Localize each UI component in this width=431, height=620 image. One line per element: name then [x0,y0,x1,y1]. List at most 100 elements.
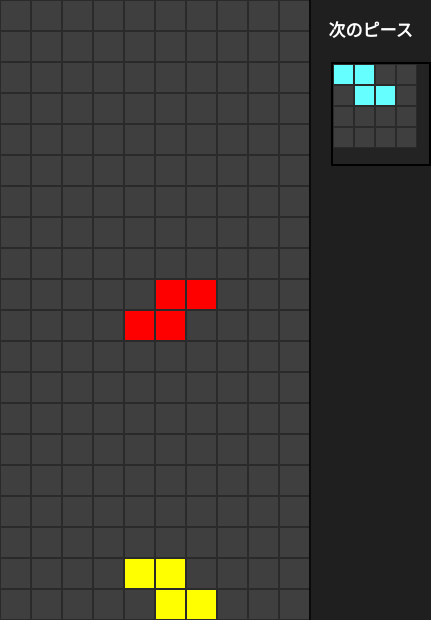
board-cell [248,186,279,217]
next-piece-block [333,64,354,85]
board-cell [155,62,186,93]
board-cell [279,62,310,93]
game-board [0,0,310,620]
board-cell [279,124,310,155]
board-cell [248,93,279,124]
board-cell [217,558,248,589]
board-cell [0,0,31,31]
board-cell [31,496,62,527]
board-cell [186,496,217,527]
board-cell [124,155,155,186]
board-cell [248,62,279,93]
board-cell [93,186,124,217]
board-cell [248,279,279,310]
board-cell [248,558,279,589]
next-piece-block [354,64,375,85]
board-cell [31,31,62,62]
board-cell [279,279,310,310]
block-cell [155,589,186,620]
board-cell [217,496,248,527]
board-cell [93,279,124,310]
board-cell [155,527,186,558]
preview-cell [396,106,417,127]
board-cell [31,403,62,434]
board-cell [279,217,310,248]
board-cell [279,31,310,62]
board-cell [124,434,155,465]
board-cell [93,496,124,527]
preview-cell [333,85,354,106]
board-cell [155,31,186,62]
next-piece-preview [331,62,431,166]
board-cell [279,589,310,620]
board-cell [186,465,217,496]
board-cell [124,465,155,496]
board-cell [186,372,217,403]
board-cell [217,124,248,155]
board-cell [31,465,62,496]
board-cell [155,465,186,496]
board-cell [186,186,217,217]
board-cell [279,341,310,372]
board-cell [62,93,93,124]
next-piece-label: 次のピース [328,21,414,41]
board-cell [62,434,93,465]
board-cell [31,279,62,310]
board-cell [124,124,155,155]
block-cell [155,310,186,341]
board-cell [93,0,124,31]
board-cell [93,124,124,155]
board-cell [248,403,279,434]
board-cell [124,186,155,217]
board-cell [217,186,248,217]
board-cell [217,217,248,248]
board-cell [0,465,31,496]
board-cell [186,248,217,279]
preview-cell [375,64,396,85]
board-cell [0,217,31,248]
board-cell [0,31,31,62]
board-cell [0,62,31,93]
board-cell [124,0,155,31]
board-cell [31,155,62,186]
board-cell [0,496,31,527]
board-cell [93,217,124,248]
board-cell [186,310,217,341]
preview-cell [396,85,417,106]
board-cell [0,372,31,403]
board-cell [62,589,93,620]
board-cell [279,558,310,589]
board-cell [279,434,310,465]
board-cell [124,372,155,403]
board-cell [62,465,93,496]
board-cell [62,217,93,248]
board-cell [248,248,279,279]
board-cell [217,589,248,620]
block-cell [155,279,186,310]
board-cell [248,589,279,620]
board-cell [279,248,310,279]
board-cell [217,434,248,465]
preview-cell [354,106,375,127]
board-cell [0,124,31,155]
board-cell [31,341,62,372]
preview-cell [333,127,354,148]
board-cell [93,558,124,589]
next-piece-block [354,85,375,106]
board-cell [124,589,155,620]
board-cell [155,434,186,465]
board-cell [93,248,124,279]
board-cell [124,341,155,372]
board-cell [155,0,186,31]
board-cell [279,403,310,434]
board-cell [93,434,124,465]
board-cell [31,93,62,124]
board-cell [62,155,93,186]
board-cell [186,403,217,434]
board-cell [186,31,217,62]
board-cell [62,341,93,372]
board-cell [62,0,93,31]
board-cell [93,62,124,93]
preview-cell [396,64,417,85]
board-cell [248,465,279,496]
